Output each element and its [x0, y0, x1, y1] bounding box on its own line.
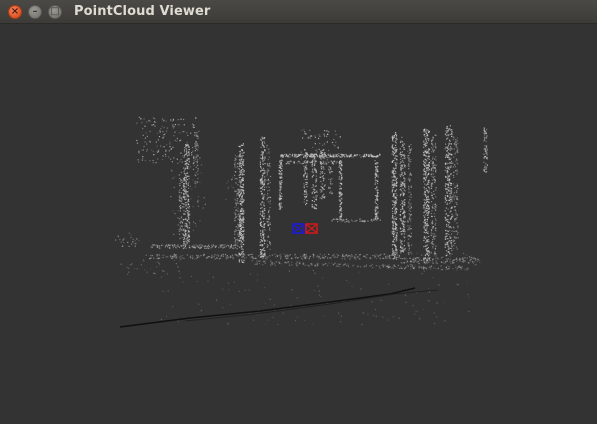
point-cloud-canvas[interactable]	[0, 24, 597, 424]
camera-marker-blue	[292, 223, 305, 234]
point-cloud	[115, 116, 488, 326]
title-bar[interactable]: × – □ PointCloud Viewer	[0, 0, 597, 24]
pointcloud-viewport[interactable]	[0, 24, 597, 424]
ground-line-shadow	[184, 289, 439, 322]
camera-marker-red	[305, 223, 318, 234]
close-icon[interactable]: ×	[8, 5, 22, 19]
ground-line-path	[119, 287, 416, 328]
camera-markers	[292, 223, 318, 234]
maximize-icon[interactable]: □	[48, 5, 62, 19]
pointcloud-viewer-window: × – □ PointCloud Viewer	[0, 0, 597, 424]
window-title: PointCloud Viewer	[74, 4, 211, 19]
ground-line	[119, 287, 439, 328]
minimize-icon[interactable]: –	[28, 5, 42, 19]
